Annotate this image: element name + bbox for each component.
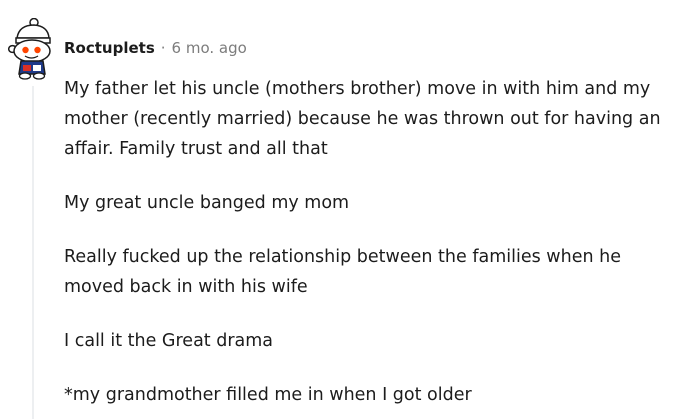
comment-paragraph: *my grandmother filled me in when I got … [64,385,472,405]
comment-paragraph: My great uncle banged my mom [64,193,350,213]
comment-paragraph: Really fucked up the relationship betwee… [64,247,621,297]
meta-separator: · [160,39,166,57]
comment-body: My father let his uncle (mothers brother… [64,74,684,410]
username-link[interactable]: Roctuplets [64,36,155,60]
snoo-avatar-icon[interactable] [8,18,54,80]
comment-timestamp[interactable]: 6 mo. ago [172,36,247,60]
comment-paragraph: My father let his uncle (mothers brother… [64,79,661,159]
comment: Roctuplets · 6 mo. ago My father let his… [0,0,700,419]
thread-line[interactable] [32,86,34,419]
comment-meta: Roctuplets · 6 mo. ago [64,36,247,60]
comment-paragraph: I call it the Great drama [64,331,274,351]
